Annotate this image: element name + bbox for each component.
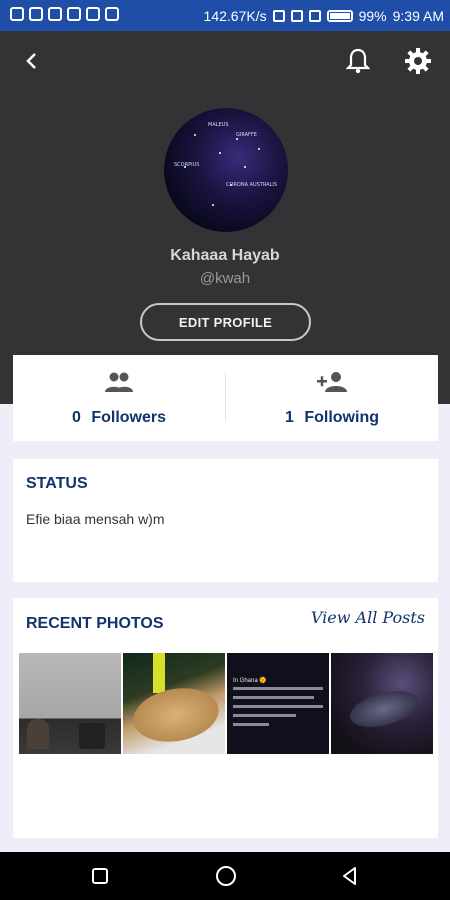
- profile-header: SCORPIUS CORONA AUSTRALIS MALEUS GIRAFFE…: [0, 31, 450, 404]
- status-text: Efie biaa mensah w)m: [26, 511, 165, 527]
- recent-photos-card: RECENT PHOTOS View All Posts In Ghana 🌞: [13, 598, 438, 838]
- avatar[interactable]: SCORPIUS CORONA AUSTRALIS MALEUS GIRAFFE: [164, 108, 288, 232]
- followers-button[interactable]: 0 Followers: [13, 355, 225, 441]
- status-card: STATUS Efie biaa mensah w)m: [13, 459, 438, 582]
- settings-button[interactable]: [402, 45, 434, 77]
- person-add-icon: [317, 372, 347, 392]
- navigation-bar: [0, 852, 450, 900]
- square-icon: [92, 868, 108, 884]
- photo-thumbnail[interactable]: [19, 653, 121, 754]
- profile-handle: @kwah: [199, 270, 251, 287]
- profile-name: Kahaaa Hayab: [170, 247, 280, 264]
- following-count: 1: [284, 409, 294, 426]
- avatar-label: CORONA AUSTRALIS: [226, 182, 278, 188]
- youtube-icon: [29, 7, 43, 21]
- avatar-label: GIRAFFE: [236, 132, 257, 138]
- avatar-label: SCORPIUS: [174, 162, 200, 168]
- bell-icon: [346, 48, 370, 74]
- following-button[interactable]: 1 Following: [226, 355, 438, 441]
- avatar-label: MALEUS: [208, 122, 229, 128]
- photo-thumbnail[interactable]: [123, 653, 225, 754]
- follow-stats-card: 0 Followers 1 Following: [13, 355, 438, 441]
- photo-grid: In Ghana 🌞: [19, 653, 433, 754]
- status-title: STATUS: [26, 475, 88, 492]
- battery-percent: 99%: [358, 7, 387, 24]
- photo-thumbnail[interactable]: In Ghana 🌞: [227, 653, 329, 754]
- phone-icon: [86, 7, 100, 21]
- back-nav-button[interactable]: [336, 862, 364, 890]
- notifications-button[interactable]: [342, 45, 374, 77]
- thumbnail-heading: In Ghana 🌞: [233, 678, 267, 684]
- home-button[interactable]: [212, 862, 240, 890]
- notification-icons: [10, 7, 119, 21]
- vibrate-icon: [272, 9, 285, 22]
- following-label: Following: [304, 409, 379, 426]
- circle-icon: [216, 866, 236, 886]
- photo-thumbnail[interactable]: [331, 653, 433, 754]
- clock: 9:39 AM: [392, 7, 444, 24]
- followers-label: Followers: [91, 409, 167, 426]
- back-button[interactable]: [16, 45, 48, 77]
- group-icon: [105, 372, 133, 392]
- network-speed: 142.67K/s: [203, 7, 267, 24]
- battery-icon: [326, 9, 353, 22]
- triangle-back-icon: [343, 867, 356, 885]
- gallery-icon: [67, 7, 81, 21]
- chrome-icon: [48, 7, 62, 21]
- back-arrow-icon: [26, 53, 36, 69]
- usb-icon: [105, 7, 119, 21]
- followers-count: 0: [71, 409, 81, 426]
- view-all-posts-link[interactable]: View All Posts: [311, 608, 425, 627]
- wifi-icon: [290, 9, 303, 22]
- app-icon: [10, 7, 24, 21]
- recent-photos-title: RECENT PHOTOS: [26, 615, 164, 632]
- edit-profile-button[interactable]: EDIT PROFILE: [140, 303, 311, 341]
- recents-button[interactable]: [86, 862, 114, 890]
- status-bar: 142.67K/s 99% 9:39 AM: [0, 0, 450, 31]
- gear-icon: [405, 48, 431, 74]
- sim-icon: [308, 9, 321, 22]
